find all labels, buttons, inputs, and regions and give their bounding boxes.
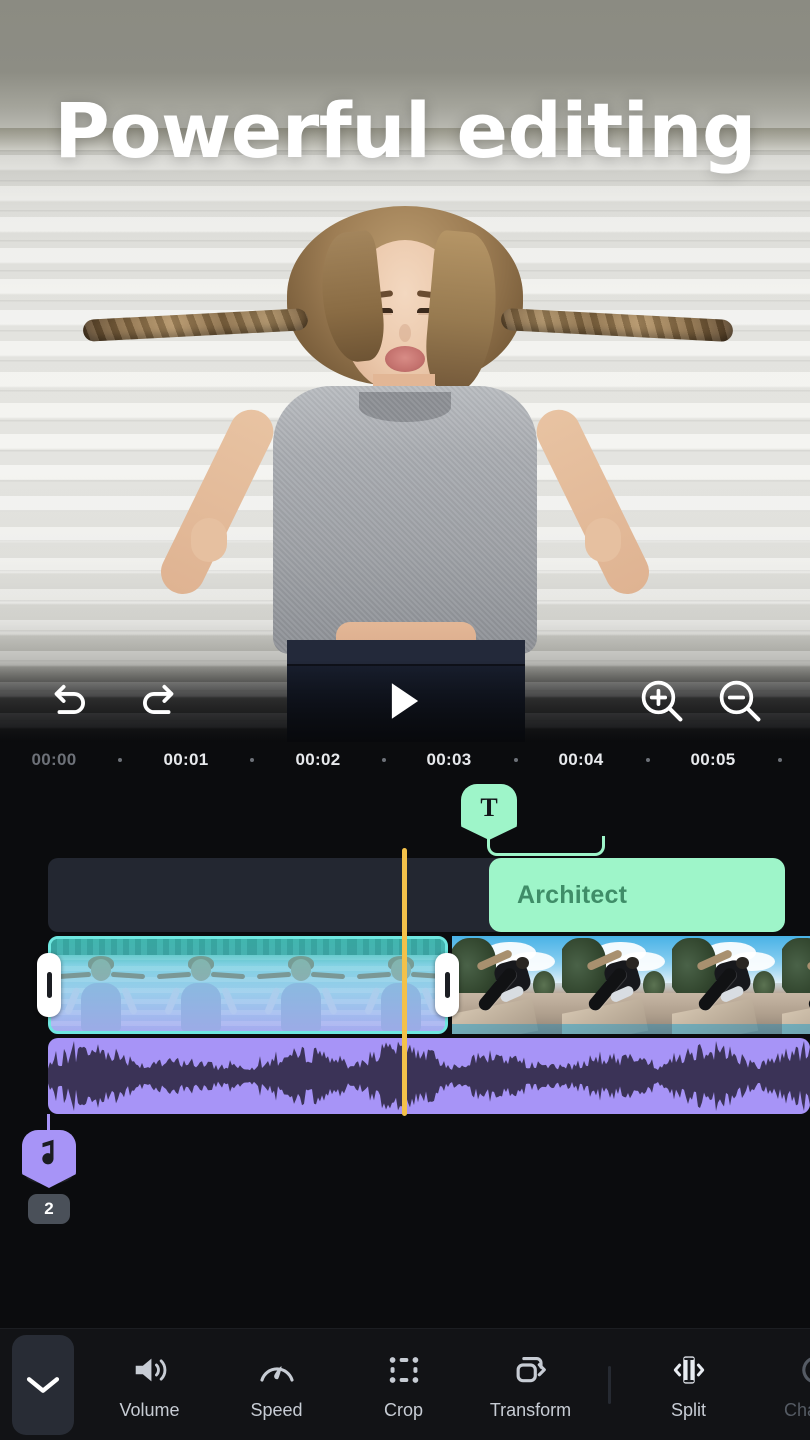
toolbar-divider — [608, 1366, 611, 1404]
volume-icon — [130, 1350, 170, 1390]
video-editor-app: Powerful editing — [0, 0, 810, 1440]
text-clip[interactable]: Architect — [489, 858, 785, 932]
zoom-out-button[interactable] — [704, 660, 776, 742]
chevron-down-icon — [24, 1373, 62, 1397]
ruler-tick-4: 00:04 — [559, 750, 604, 770]
ruler-dot-5 — [778, 758, 782, 762]
bottom-toolbar: Volume Speed Crop Transform Split Change — [0, 1328, 810, 1440]
thumbnail-strip-2 — [452, 936, 810, 1034]
ruler-tick-0: 00:00 — [32, 750, 77, 770]
music-clip-count-badge: 2 — [28, 1194, 70, 1224]
tool-speed-button[interactable]: Speed — [213, 1329, 340, 1440]
tool-split-button[interactable]: Split — [625, 1329, 752, 1440]
crop-icon — [384, 1350, 424, 1390]
trim-handle-right[interactable] — [435, 953, 459, 1017]
tool-volume-button[interactable]: Volume — [86, 1329, 213, 1440]
play-icon — [387, 680, 423, 722]
video-clip-1-selected[interactable] — [48, 936, 448, 1034]
ruler-tick-3: 00:03 — [427, 750, 472, 770]
thumbnail — [452, 936, 562, 1034]
page-title: Powerful editing — [0, 86, 810, 175]
video-preview[interactable]: Powerful editing — [0, 0, 810, 742]
zoom-out-icon — [717, 678, 763, 724]
tool-label: Change — [784, 1400, 810, 1421]
undo-button[interactable] — [34, 660, 106, 742]
ruler-tick-2: 00:02 — [296, 750, 341, 770]
collapse-toolbar-button[interactable] — [12, 1335, 74, 1435]
tool-label: Crop — [384, 1400, 423, 1421]
text-clip-label: Architect — [517, 881, 627, 910]
thumbnail — [251, 939, 351, 1031]
tool-list: Volume Speed Crop Transform Split Change — [86, 1329, 810, 1440]
audio-clip[interactable] — [48, 1038, 810, 1114]
ruler-dot-4 — [646, 758, 650, 762]
music-track-badge[interactable] — [22, 1130, 76, 1188]
thumbnail — [351, 939, 448, 1031]
thumbnail — [51, 939, 151, 1031]
empty-overlay-track[interactable] — [48, 858, 524, 932]
undo-icon — [48, 681, 92, 721]
tool-label: Speed — [250, 1400, 302, 1421]
text-track-badge[interactable]: T — [461, 784, 517, 840]
zoom-in-button[interactable] — [626, 660, 698, 742]
audio-waveform — [48, 1038, 810, 1114]
speed-icon — [257, 1350, 297, 1390]
text-t-icon: T — [461, 786, 517, 830]
split-icon — [669, 1350, 709, 1390]
transform-icon — [511, 1350, 551, 1390]
redo-button[interactable] — [122, 660, 194, 742]
ruler-dot-0 — [118, 758, 122, 762]
thumbnail-strip-1 — [51, 939, 445, 1031]
video-clip-2[interactable] — [452, 936, 810, 1034]
redo-icon — [136, 681, 180, 721]
zoom-in-icon — [639, 678, 685, 724]
preview-subject — [195, 188, 615, 708]
tool-label: Transform — [490, 1400, 571, 1421]
change-icon — [796, 1350, 810, 1390]
tool-change-button[interactable]: Change — [752, 1329, 810, 1440]
ruler-tick-1: 00:01 — [164, 750, 209, 770]
playback-controls — [0, 660, 810, 742]
trim-handle-left[interactable] — [37, 953, 61, 1017]
playhead[interactable] — [402, 848, 407, 1116]
thumbnail — [672, 936, 782, 1034]
ruler-dot-1 — [250, 758, 254, 762]
ruler-tick-5: 00:05 — [691, 750, 736, 770]
tool-label: Split — [671, 1400, 706, 1421]
tool-crop-button[interactable]: Crop — [340, 1329, 467, 1440]
play-button[interactable] — [365, 660, 445, 742]
thumbnail — [562, 936, 672, 1034]
ruler-dot-3 — [514, 758, 518, 762]
music-note-icon — [22, 1132, 76, 1178]
thumbnail — [782, 936, 810, 1034]
thumbnail — [151, 939, 251, 1031]
tool-transform-button[interactable]: Transform — [467, 1329, 594, 1440]
timeline-ruler[interactable]: 00:00 00:01 00:02 00:03 00:04 00:05 — [0, 742, 810, 778]
ruler-dot-2 — [382, 758, 386, 762]
tool-label: Volume — [119, 1400, 179, 1421]
